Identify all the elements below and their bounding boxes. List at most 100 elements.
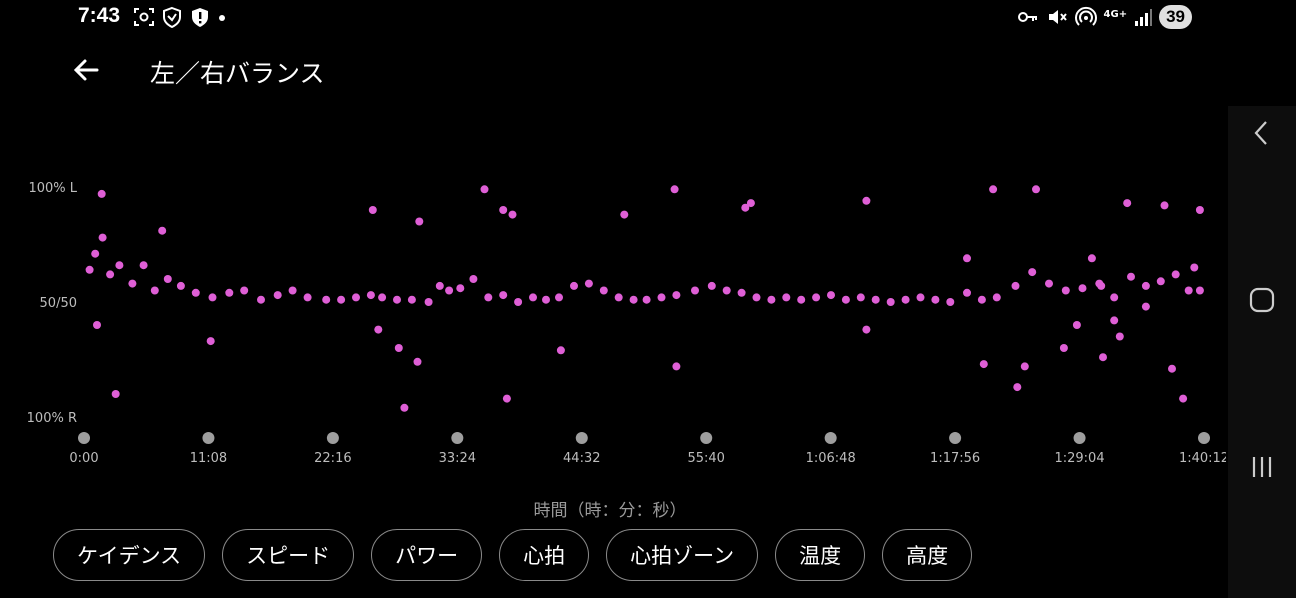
data-point (570, 281, 578, 290)
data-point (502, 394, 511, 403)
chip-speed[interactable]: スピード (222, 529, 355, 581)
data-point (1141, 302, 1150, 311)
navigation-bar (1228, 106, 1296, 598)
data-point (670, 185, 679, 194)
data-point (1195, 206, 1204, 214)
x-tick-marker (824, 432, 837, 444)
data-point (508, 210, 517, 219)
back-button[interactable] (66, 52, 106, 92)
chip-heart-rate[interactable]: 心拍 (499, 529, 590, 581)
data-point (642, 295, 651, 304)
data-point (1115, 332, 1124, 341)
status-time: 7:43 (78, 4, 121, 27)
nav-home-button[interactable] (1246, 284, 1278, 316)
data-point (767, 295, 776, 304)
data-point (620, 210, 629, 219)
data-point (1028, 268, 1037, 277)
data-point (435, 281, 444, 290)
home-square-icon (1249, 287, 1275, 313)
chevron-left-icon (1254, 121, 1267, 145)
data-point (979, 360, 988, 369)
data-point (1087, 254, 1096, 263)
data-point (556, 346, 565, 355)
data-point (1195, 286, 1204, 295)
x-tick-marker (1198, 432, 1210, 444)
y-tick-label: 100% R (27, 411, 77, 426)
data-point (424, 298, 433, 306)
data-point (176, 281, 185, 290)
data-point (931, 295, 940, 304)
data-point (555, 293, 563, 302)
data-point (456, 284, 465, 293)
nav-back-button[interactable] (1246, 117, 1278, 149)
signal-icon (1135, 9, 1153, 26)
chip-cadence[interactable]: ケイデンス (53, 529, 206, 581)
data-point (499, 206, 508, 214)
data-point (1110, 316, 1119, 325)
data-point (977, 295, 986, 304)
x-tick-marker (326, 432, 339, 444)
battery-indicator: 39 (1159, 5, 1192, 29)
nav-recents-button[interactable] (1246, 451, 1278, 483)
x-tick-marker (451, 432, 464, 444)
x-tick-label: 11:08 (190, 451, 227, 466)
data-point (529, 293, 537, 302)
data-point (150, 286, 159, 295)
data-point (206, 337, 215, 346)
data-point (208, 293, 217, 302)
x-tick-marker (78, 432, 90, 444)
data-point (672, 291, 681, 300)
data-point (1013, 383, 1022, 392)
data-point (288, 286, 297, 295)
x-tick-label: 44:32 (563, 451, 600, 466)
data-point (106, 270, 115, 279)
shield-icon (163, 6, 181, 28)
key-icon (1017, 12, 1037, 22)
data-point (240, 286, 249, 295)
data-point (1123, 199, 1132, 208)
data-point (1160, 201, 1169, 210)
chip-power[interactable]: パワー (371, 529, 483, 581)
alert-shield-icon (192, 8, 208, 27)
network-type: 4G+ (1103, 8, 1128, 20)
data-point (871, 295, 880, 304)
data-point (1020, 362, 1029, 371)
x-tick-label: 0:00 (69, 451, 98, 466)
data-point (812, 293, 821, 302)
data-point (407, 295, 416, 304)
data-point (115, 261, 124, 270)
data-point (257, 295, 265, 304)
data-point (707, 281, 716, 290)
x-tick-label: 33:24 (439, 451, 476, 466)
data-point (752, 293, 761, 302)
data-point (916, 293, 925, 302)
x-tick-marker (949, 432, 962, 444)
data-point (629, 295, 638, 304)
data-point (1078, 284, 1087, 293)
x-tick-marker (202, 432, 215, 444)
data-point (992, 293, 1001, 302)
data-point (413, 357, 422, 366)
data-point (1061, 286, 1070, 295)
data-point (1110, 293, 1119, 302)
chip-elevation[interactable]: 高度 (882, 529, 973, 581)
status-bar: 7:43 4G+ 39 (0, 0, 1296, 34)
data-point (322, 295, 331, 304)
data-point (614, 293, 623, 302)
data-point (337, 295, 346, 304)
data-point (722, 286, 731, 295)
data-point (93, 321, 101, 329)
x-axis-title: 時間（時：分：秒） (533, 501, 687, 521)
dot-icon (219, 15, 225, 21)
data-point (366, 291, 375, 300)
x-tick-label: 1:06:48 (806, 451, 856, 466)
data-point (98, 233, 107, 242)
chip-temperature[interactable]: 温度 (775, 529, 866, 581)
data-point (989, 185, 998, 194)
data-point (158, 226, 167, 235)
chip-heart-rate-zones[interactable]: 心拍ゾーン (606, 529, 759, 581)
data-point (963, 254, 971, 263)
data-point (1127, 272, 1135, 281)
data-point (374, 325, 383, 334)
data-point (886, 298, 895, 306)
